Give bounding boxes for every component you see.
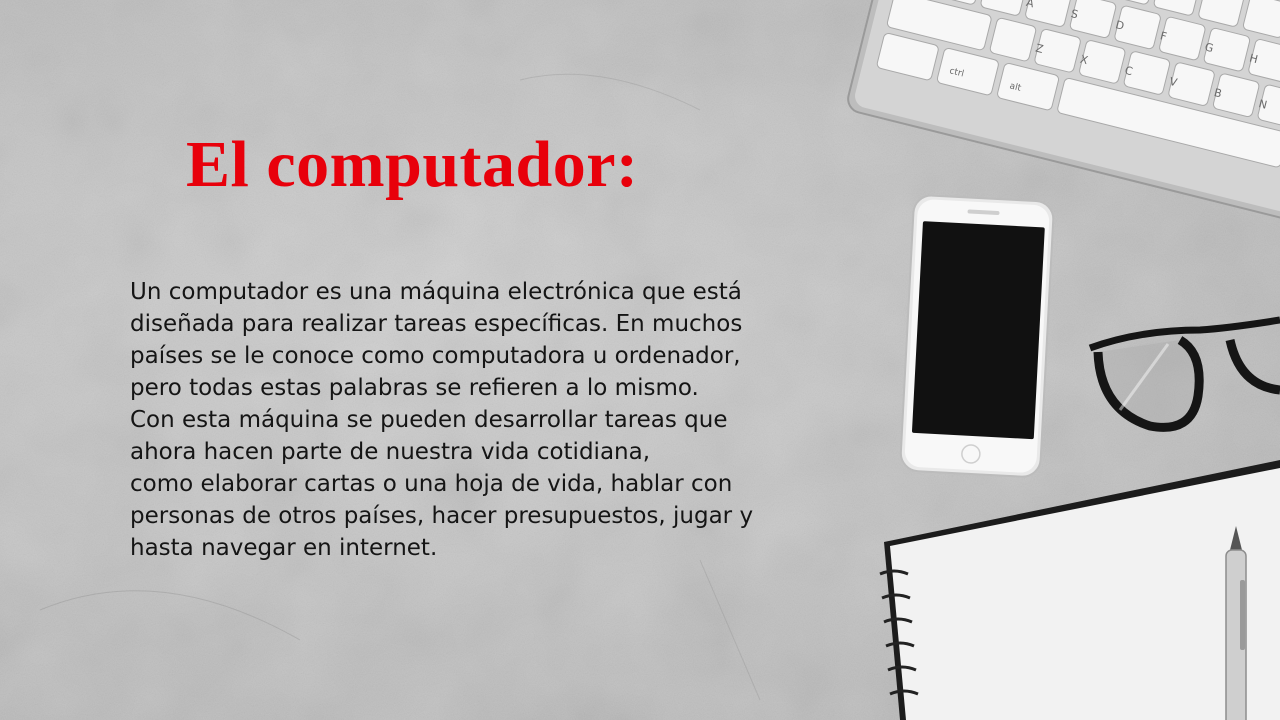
body-line: pero todas estas palabras se refieren a … [130,375,699,401]
body-line: diseñada para realizar tareas específica… [130,311,743,337]
body-line: Un computador es una máquina electrónica… [130,279,742,305]
body-line: Con esta máquina se pueden desarrollar t… [130,407,728,433]
body-text: Un computador es una máquina electrónica… [130,276,810,564]
body-line: ahora hacen parte de nuestra vida cotidi… [130,439,651,465]
slide-title: El computador: [186,128,639,201]
body-line: personas de otros países, hacer presupue… [130,503,754,529]
body-line: hasta navegar en internet. [130,535,438,561]
smartphone-image [899,194,1055,478]
body-line: países se le conoce como computadora u o… [130,343,741,369]
glasses-image [1088,316,1280,432]
pen-image [1225,526,1247,720]
body-line: como elaborar cartas o una hoja de vida,… [130,471,733,497]
slide: A S D F G H J Z X C V B N esc ctrl alt [0,0,1280,720]
